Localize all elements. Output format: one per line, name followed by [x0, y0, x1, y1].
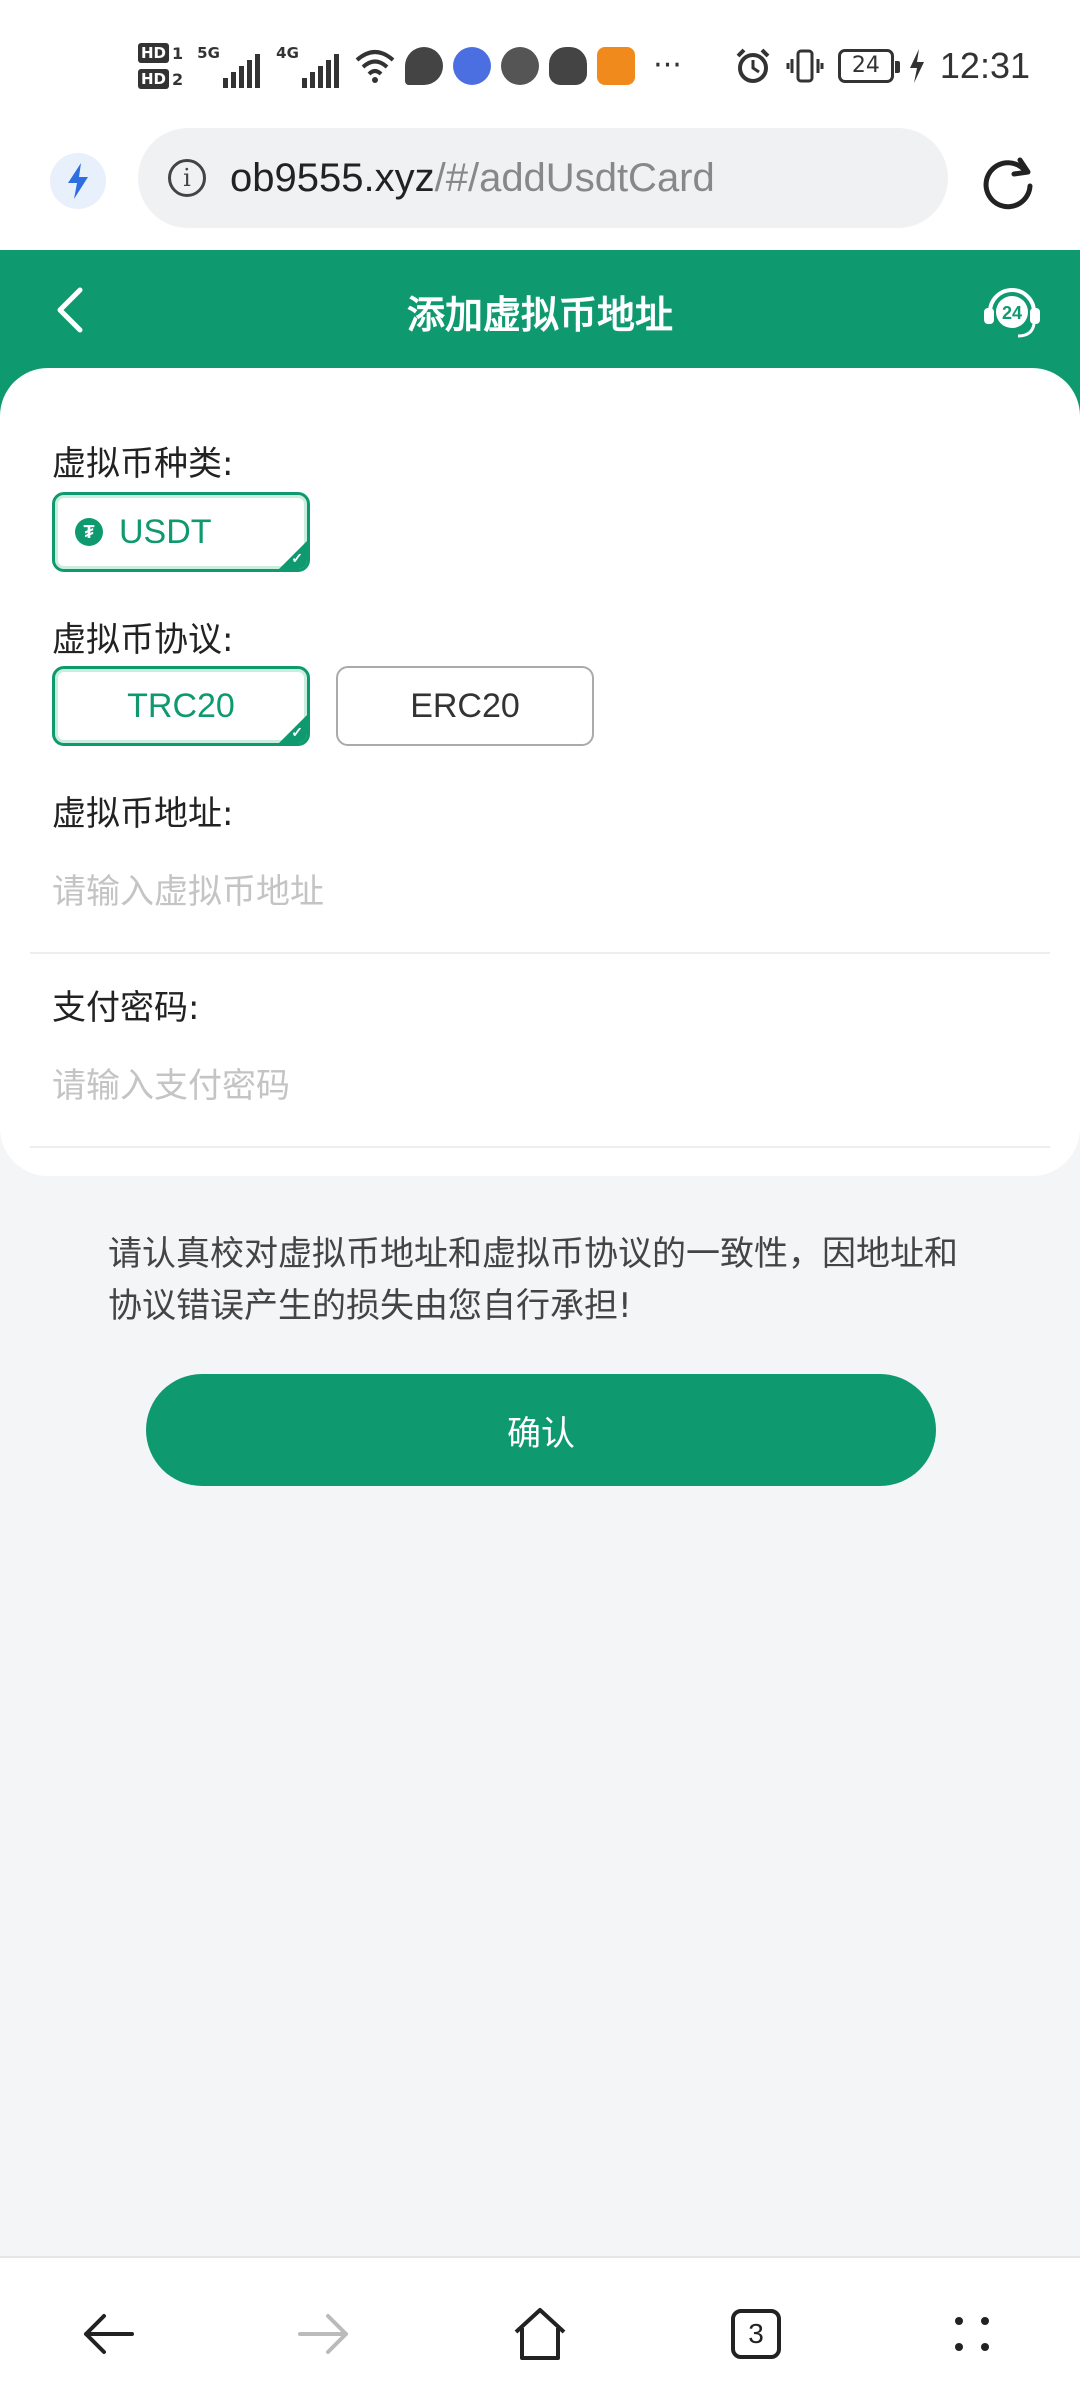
protocol-option-label: ERC20: [410, 686, 520, 725]
video-app-icon: [597, 47, 636, 85]
sim2-hd-label: HD: [138, 69, 170, 89]
address-divider: [30, 952, 1050, 954]
form-card: 虚拟币种类: ₮ USDT ✓ 虚拟币协议: TRC20 ✓ ERC20 虚拟币…: [0, 368, 1080, 1176]
address-bar[interactable]: i ob9555.xyz/#/addUsdtCard: [138, 128, 948, 228]
sim2-indicator: HD 2: [138, 69, 183, 89]
address-label: 虚拟币地址:: [52, 794, 234, 834]
address-input[interactable]: [52, 862, 1042, 922]
nav-tabs-button[interactable]: 3: [716, 2294, 796, 2374]
signal-5g-icon: 5G: [197, 44, 261, 88]
signal-4g-icon: 4G: [276, 44, 340, 88]
forward-icon: [298, 2314, 348, 2354]
tab-count-icon: 3: [731, 2309, 781, 2359]
tether-icon: ₮: [75, 518, 103, 546]
coin-type-label: 虚拟币种类:: [52, 444, 234, 484]
network-5g-label: 5G: [197, 44, 220, 62]
password-divider: [30, 1146, 1050, 1148]
speed-mode-button[interactable]: [50, 153, 106, 209]
protocol-option-trc20[interactable]: TRC20 ✓: [52, 666, 310, 746]
password-label: 支付密码:: [52, 988, 200, 1028]
sim-indicators: HD 1 HD 2: [138, 43, 183, 89]
page-title: 添加虚拟币地址: [406, 293, 673, 337]
lightning-icon: [68, 163, 88, 199]
menu-dots-icon: [955, 2317, 989, 2351]
site-info-icon[interactable]: i: [168, 159, 206, 197]
status-right-group: 24 12:31: [734, 40, 1030, 92]
music-app-icon: [453, 47, 492, 85]
home-icon: [514, 2308, 566, 2360]
check-icon: ✓: [291, 724, 303, 740]
reload-icon[interactable]: [976, 150, 1040, 214]
password-input[interactable]: [52, 1056, 1042, 1116]
sim1-hd-label: HD: [138, 43, 170, 63]
nav-menu-button[interactable]: [932, 2294, 1012, 2374]
nav-back-button[interactable]: [68, 2294, 148, 2374]
protocol-option-label: TRC20: [127, 686, 235, 725]
network-4g-label: 4G: [276, 44, 299, 62]
protocol-option-erc20[interactable]: ERC20: [336, 666, 594, 746]
coin-option-usdt[interactable]: ₮ USDT ✓: [52, 492, 310, 572]
nav-forward-button[interactable]: [284, 2294, 364, 2374]
battery-icon: 24: [837, 49, 900, 83]
check-icon: ✓: [291, 550, 303, 566]
status-bar: HD 1 HD 2 5G 4G ··· 24 12:31: [0, 0, 1080, 126]
alarm-icon: [736, 48, 770, 83]
more-notifications-icon: ···: [653, 48, 682, 83]
customer-service-icon[interactable]: 24: [980, 278, 1044, 342]
back-icon: [84, 2314, 134, 2354]
sim2-number: 2: [172, 69, 184, 89]
status-left-group: HD 1 HD 2 5G 4G ···: [138, 34, 682, 98]
url-host: ob9555.xyz: [230, 155, 435, 200]
sim1-number: 1: [172, 43, 184, 63]
charging-icon: [909, 49, 924, 83]
browser-app-icon: [501, 47, 540, 85]
support-badge-text: 24: [1002, 303, 1022, 323]
browser-url-bar: i ob9555.xyz/#/addUsdtCard: [0, 126, 1080, 250]
nav-home-button[interactable]: [500, 2294, 580, 2374]
sim1-indicator: HD 1: [138, 43, 183, 63]
chat-bubble-icon: [405, 47, 444, 85]
browser-bottom-nav: 3: [0, 2256, 1080, 2400]
confirm-button[interactable]: 确认: [146, 1374, 936, 1486]
penguin-app-icon: [549, 47, 588, 85]
url-path: /#/addUsdtCard: [434, 155, 715, 200]
status-time: 12:31: [939, 45, 1030, 86]
warning-notice: 请认真校对虚拟币地址和虚拟币协议的一致性，因地址和协议错误产生的损失由您自行承担…: [108, 1234, 958, 1326]
protocol-label: 虚拟币协议:: [52, 620, 234, 660]
coin-option-label: USDT: [119, 512, 212, 551]
vibrate-icon: [786, 49, 824, 83]
wifi-icon: [355, 50, 395, 83]
